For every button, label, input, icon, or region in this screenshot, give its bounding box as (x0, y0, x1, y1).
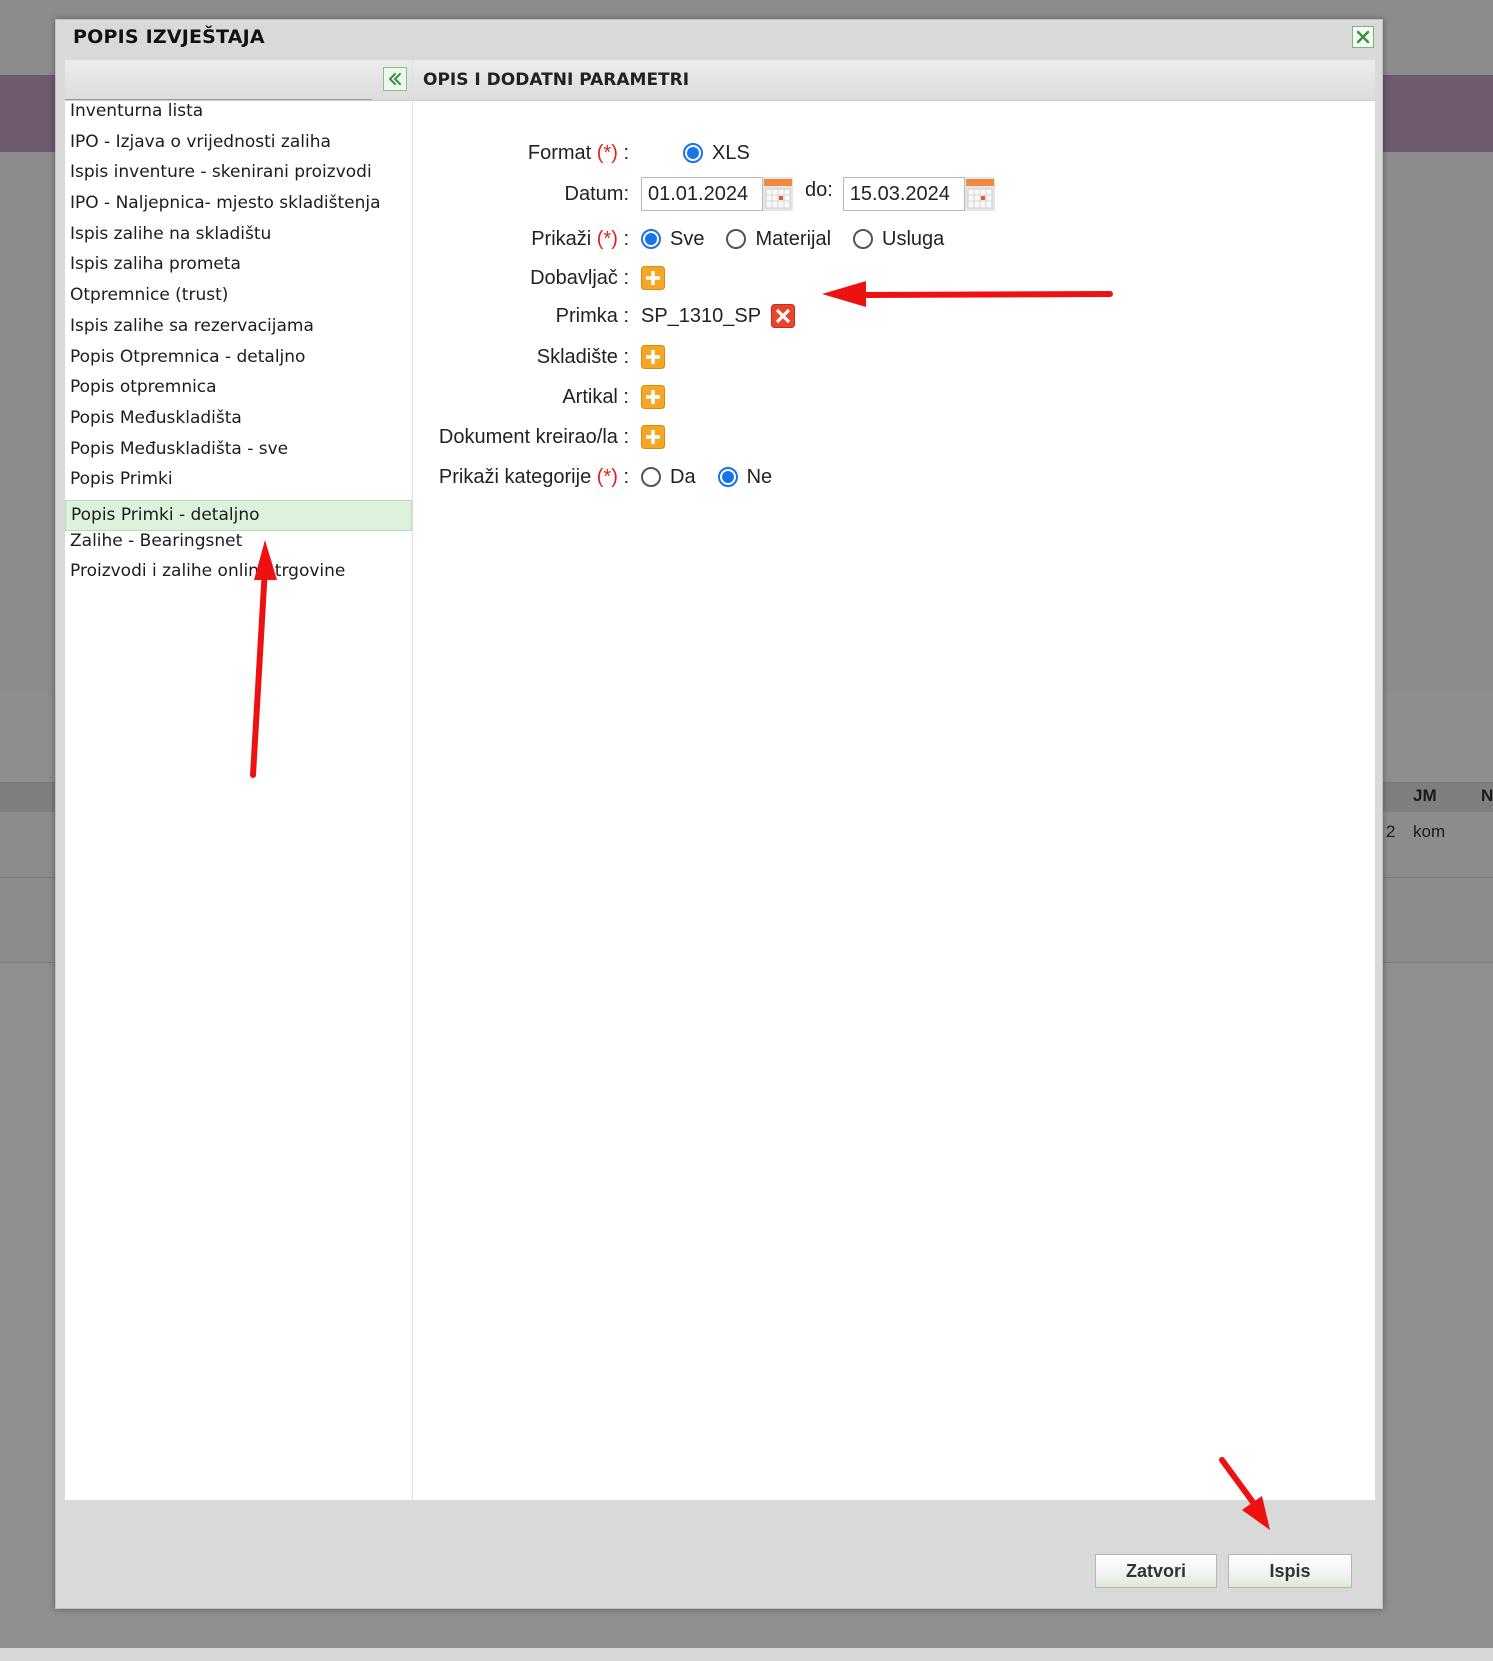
calendar-icon[interactable] (964, 177, 995, 211)
report-item[interactable]: Proizvodi i zalihe online trgovine (65, 561, 412, 592)
categories-row: Prikaži kategorije (*) : Da Ne (413, 460, 1375, 494)
background-row-unit: kom (1413, 822, 1446, 841)
background-col-jm: JM (1413, 786, 1437, 805)
report-item[interactable]: Popis Primki (65, 469, 412, 500)
date-label: Datum: (564, 183, 629, 205)
show-label: Prikaži (*) : (531, 228, 629, 250)
show-all-radio[interactable] (641, 229, 661, 249)
collapse-panel-button[interactable] (383, 67, 407, 91)
categories-yes-label: Da (670, 465, 696, 488)
modal-title: POPIS IZVJEŠTAJA (73, 26, 265, 48)
close-button[interactable]: Zatvori (1095, 1554, 1217, 1588)
categories-no-radio[interactable] (717, 467, 738, 487)
categories-label: Prikaži kategorije (*) : (438, 466, 629, 488)
format-label: Format (*) : (527, 142, 629, 164)
print-button[interactable]: Ispis (1228, 1554, 1352, 1588)
format-xls-label: XLS (712, 141, 750, 164)
report-item[interactable]: Ispis zalihe na skladištu (65, 224, 412, 255)
report-list: Inventurna lista IPO - Izjava o vrijedno… (65, 101, 412, 592)
date-to-input[interactable]: 15.03.2024 (842, 177, 965, 211)
add-supplier-icon[interactable] (641, 266, 665, 290)
article-row: Artikal : (413, 380, 1375, 414)
add-warehouse-icon[interactable] (641, 345, 665, 369)
receipt-row: Primka : SP_1310_SP (413, 299, 1375, 333)
add-creator-icon[interactable] (641, 425, 665, 449)
background-footer (0, 1648, 1493, 1661)
show-service-label: Usluga (882, 227, 945, 250)
receipt-value: SP_1310_SP (641, 304, 762, 327)
format-xls-radio[interactable] (683, 143, 703, 163)
categories-yes-radio[interactable] (641, 467, 661, 487)
remove-receipt-icon[interactable] (771, 304, 796, 328)
parameters-panel: OPIS I DODATNI PARAMETRI Format (*) : XL… (413, 60, 1375, 1500)
report-item[interactable]: Zalihe - Bearingsnet (65, 531, 412, 562)
report-item[interactable]: Popis otpremnica (65, 377, 412, 408)
background-row-qty: 2 (1386, 822, 1396, 841)
date-to-label: do: (805, 178, 833, 201)
created-by-row: Dokument kreirao/la : (413, 420, 1375, 454)
report-item[interactable]: IPO - Naljepnica- mjesto skladištenja (65, 193, 412, 224)
show-service-radio[interactable] (853, 229, 874, 249)
report-list-header (65, 60, 412, 101)
categories-no-label: Ne (746, 465, 773, 488)
background-col-n: N (1481, 786, 1493, 805)
report-item[interactable]: Otpremnice (trust) (65, 285, 412, 316)
warehouse-label: Skladište : (536, 346, 629, 368)
warehouse-row: Skladište : (413, 340, 1375, 374)
parameters-header: OPIS I DODATNI PARAMETRI (413, 60, 1375, 101)
report-item[interactable]: Popis Otpremnica - detaljno (65, 347, 412, 378)
report-item[interactable]: Inventurna lista (65, 101, 412, 132)
parameters-title: OPIS I DODATNI PARAMETRI (423, 70, 690, 90)
report-item[interactable]: Ispis zalihe sa rezervacijama (65, 316, 412, 347)
report-item[interactable]: Popis Međuskladišta - sve (65, 439, 412, 470)
date-from-input[interactable]: 01.01.2024 (641, 177, 763, 211)
modal-close-button[interactable] (1352, 26, 1374, 48)
add-article-icon[interactable] (641, 385, 665, 409)
show-material-label: Materijal (755, 227, 832, 250)
report-modal: POPIS IZVJEŠTAJA Inventurna lista IPO - … (55, 19, 1383, 1609)
supplier-row: Dobavljač : (413, 261, 1375, 295)
report-item[interactable]: Ispis inventure - skenirani proizvodi (65, 162, 412, 193)
report-list-panel: Inventurna lista IPO - Izjava o vrijedno… (65, 60, 413, 1500)
report-item[interactable]: IPO - Izjava o vrijednosti zaliha (65, 132, 412, 163)
close-icon (1356, 30, 1370, 44)
show-all-label: Sve (670, 227, 705, 250)
double-chevron-left-icon (389, 73, 401, 85)
date-row: Datum: 01.01.2024 do: 15.03.2024 (413, 177, 1375, 211)
supplier-label: Dobavljač : (530, 267, 629, 289)
report-item-selected[interactable]: Popis Primki - detaljno (65, 499, 412, 531)
show-row: Prikaži (*) : Sve Materijal Usluga (413, 222, 1375, 256)
report-item[interactable]: Popis Međuskladišta (65, 408, 412, 439)
format-row: Format (*) : XLS (413, 136, 1375, 170)
article-label: Artikal : (562, 386, 629, 408)
show-material-radio[interactable] (726, 229, 747, 249)
created-by-label: Dokument kreirao/la : (438, 426, 629, 448)
calendar-icon[interactable] (763, 177, 793, 211)
report-item[interactable]: Ispis zaliha prometa (65, 254, 412, 285)
receipt-label: Primka : (555, 305, 629, 327)
